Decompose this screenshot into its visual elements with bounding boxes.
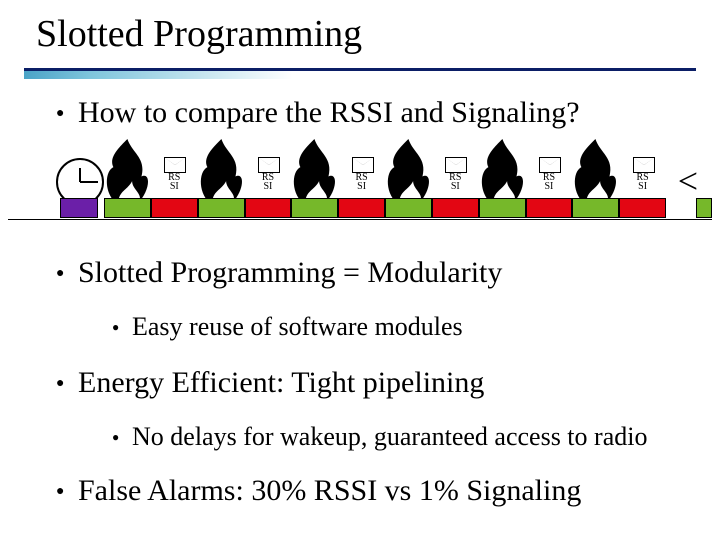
envelope-icon: RSSI — [338, 150, 385, 198]
envelope-icon: RSSI — [619, 150, 666, 198]
app-slot-bar — [526, 198, 573, 218]
open-brace-icon — [26, 154, 58, 216]
slot-pair: RSSI — [385, 150, 479, 218]
rssi-report-slot: RSSI — [432, 150, 479, 218]
bullet-energy: Energy Efficient: Tight pipelining — [78, 366, 484, 400]
tail-slot-bar — [696, 198, 712, 218]
app-slot-bar — [151, 198, 198, 218]
fire-detect-slot — [385, 150, 432, 218]
rssi-label: RSSI — [255, 173, 281, 191]
fire-icon — [385, 150, 432, 198]
rssi-label: RSSI — [630, 173, 656, 191]
fire-detect-slot — [479, 150, 526, 218]
rssi-report-slot: RSSI — [526, 150, 573, 218]
slide-title: Slotted Programming — [36, 12, 362, 56]
envelope-icon: RSSI — [432, 150, 479, 198]
bullet-false-alarms: False Alarms: 30% RSSI vs 1% Signaling — [78, 474, 581, 508]
fire-icon — [291, 150, 338, 198]
timeline-baseline — [8, 219, 712, 220]
fire-detect-slot — [104, 150, 151, 218]
rssi-label: RSSI — [161, 173, 187, 191]
envelope-icon: RSSI — [245, 150, 292, 198]
rssi-label: RSSI — [349, 173, 375, 191]
bullet-modularity: Slotted Programming = Modularity — [78, 256, 502, 290]
subbullet-reuse: Easy reuse of software modules — [132, 312, 463, 342]
rssi-report-slot: RSSI — [151, 150, 198, 218]
app-slot-bar — [432, 198, 479, 218]
fire-slot-bar — [104, 198, 151, 218]
slot-pair: RSSI — [479, 150, 573, 218]
fire-slot-bar — [198, 198, 245, 218]
slot-pair: RSSI — [104, 150, 198, 218]
fire-icon — [104, 150, 151, 198]
rssi-label: RSSI — [536, 173, 562, 191]
rssi-label: RSSI — [442, 173, 468, 191]
rssi-report-slot: RSSI — [338, 150, 385, 218]
fire-detect-slot — [291, 150, 338, 218]
subbullet-nodelay: No delays for wakeup, guaranteed access … — [132, 422, 647, 452]
fire-icon — [479, 150, 526, 198]
app-slot-bar — [619, 198, 666, 218]
fire-slot-bar — [385, 198, 432, 218]
envelope-icon: RSSI — [526, 150, 573, 198]
fire-slot-bar — [291, 198, 338, 218]
clock-slot-bar — [60, 198, 98, 218]
fire-detect-slot — [198, 150, 245, 218]
bullet-compare: How to compare the RSSI and Signaling? — [78, 96, 580, 130]
timeline: RSSI RSSI RSSI RSSI RSSI RSSI < — [8, 148, 712, 224]
slot-pair: RSSI — [291, 150, 385, 218]
app-slot-bar — [338, 198, 385, 218]
fire-icon — [198, 150, 245, 198]
chevron-icon: < — [678, 160, 698, 202]
rssi-report-slot: RSSI — [619, 150, 666, 218]
title-gradient — [24, 71, 696, 79]
fire-slot-bar — [479, 198, 526, 218]
slot-pair: RSSI — [572, 150, 666, 218]
envelope-icon: RSSI — [151, 150, 198, 198]
fire-icon — [572, 150, 619, 198]
app-slot-bar — [245, 198, 292, 218]
fire-detect-slot — [572, 150, 619, 218]
fire-slot-bar — [572, 198, 619, 218]
rssi-report-slot: RSSI — [245, 150, 292, 218]
slot-pair: RSSI — [198, 150, 292, 218]
clock-icon — [56, 158, 100, 202]
